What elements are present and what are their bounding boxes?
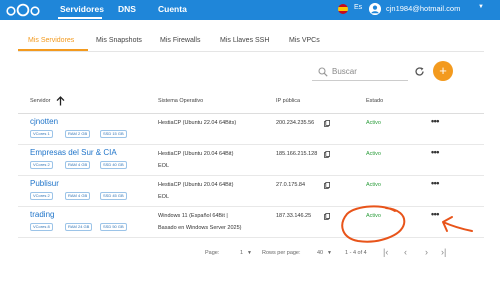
page-label: Page:: [205, 250, 220, 256]
vcores-badge: VCores 8: [30, 223, 53, 231]
os-eol-label: EOL: [158, 194, 170, 200]
chevron-down-icon[interactable]: ▼: [327, 250, 332, 256]
last-page-icon[interactable]: ›|: [441, 247, 446, 257]
ram-badge: RAM 24 GB: [65, 223, 93, 231]
nav-dns[interactable]: DNS: [118, 3, 136, 15]
more-options-icon[interactable]: •••: [431, 209, 439, 219]
next-page-icon[interactable]: ›: [425, 247, 428, 257]
os-label: HestiaCP (Ubuntu 20.04 64Bit): [158, 182, 234, 188]
table-row[interactable]: Publisur VCores 2 RAM 4 GB SSD 45 GB Hes…: [18, 176, 484, 207]
user-email[interactable]: cjn1984@hotmail.com: [386, 4, 460, 13]
first-page-icon[interactable]: |‹: [383, 247, 388, 257]
copy-icon[interactable]: [324, 213, 330, 220]
page-select[interactable]: 1: [240, 250, 243, 256]
os-detail-label: Basado en Windows Server 2025): [158, 225, 242, 231]
more-options-icon[interactable]: •••: [431, 178, 439, 188]
server-name-link[interactable]: Empresas del Sur & CIA: [30, 148, 117, 157]
column-header-servidor[interactable]: Servidor: [30, 98, 50, 104]
status-badge: Activo: [366, 151, 381, 157]
add-server-button[interactable]: +: [433, 61, 453, 81]
vcores-badge: VCores 2: [30, 192, 53, 200]
tab-mis-llaves-ssh[interactable]: Mis Llaves SSH: [220, 37, 269, 44]
ssd-badge: SSD 50 GB: [100, 223, 127, 231]
status-badge: Activo: [366, 120, 381, 126]
ram-badge: RAM 4 GB: [65, 161, 91, 169]
pagination-range: 1 - 4 of 4: [345, 250, 367, 256]
rows-per-page-select[interactable]: 40: [317, 250, 323, 256]
search-placeholder: Buscar: [332, 67, 357, 76]
refresh-icon[interactable]: [414, 66, 425, 77]
tab-mis-snapshots[interactable]: Mis Snapshots: [96, 37, 142, 44]
chevron-down-icon[interactable]: ▼: [247, 250, 252, 256]
user-avatar-icon[interactable]: [369, 3, 381, 15]
tab-mis-vpcs[interactable]: Mis VPCs: [289, 37, 320, 44]
sort-arrow-up-icon[interactable]: [56, 96, 65, 106]
ram-badge: RAM 4 GB: [65, 192, 91, 200]
status-badge: Activo: [366, 213, 381, 219]
tabs-divider: [18, 51, 484, 52]
server-name-link[interactable]: trading: [30, 210, 54, 219]
vcores-badge: VCores 1: [30, 130, 53, 138]
table-row[interactable]: Empresas del Sur & CIA VCores 2 RAM 4 GB…: [18, 145, 484, 176]
server-name-link[interactable]: cjnotten: [30, 117, 58, 126]
language-label[interactable]: Es: [354, 4, 362, 11]
nav-cuenta[interactable]: Cuenta: [158, 3, 187, 15]
copy-icon[interactable]: [324, 120, 330, 127]
ip-address: 27.0.175.84: [276, 182, 306, 188]
column-header-ip: IP pública: [276, 98, 301, 104]
search-icon: [318, 67, 328, 77]
tab-mis-servidores[interactable]: Mis Servidores: [28, 37, 74, 44]
logo-icon[interactable]: [6, 3, 40, 17]
copy-icon[interactable]: [324, 182, 330, 189]
ssd-badge: SSD 45 GB: [100, 192, 127, 200]
os-label: HestiaCP (Ubuntu 20.04 64Bit): [158, 151, 234, 157]
tab-mis-firewalls[interactable]: Mis Firewalls: [160, 37, 200, 44]
os-label: HestiaCP (Ubuntu 22.04 64Bits): [158, 120, 237, 126]
previous-page-icon[interactable]: ‹: [404, 247, 407, 257]
copy-icon[interactable]: [324, 151, 330, 158]
server-name-link[interactable]: Publisur: [30, 179, 59, 188]
ip-address: 200.234.235.56: [276, 120, 315, 126]
chevron-down-icon[interactable]: ▼: [478, 4, 484, 10]
column-header-estado: Estado: [366, 98, 384, 104]
more-options-icon[interactable]: •••: [431, 116, 439, 126]
os-eol-label: EOL: [158, 163, 170, 169]
spain-flag-icon[interactable]: [338, 4, 348, 14]
vcores-badge: VCores 2: [30, 161, 53, 169]
nav-active-indicator: [58, 17, 102, 19]
os-label: Windows 11 (Español 64Bit |: [158, 213, 228, 219]
nav-servidores[interactable]: Servidores: [60, 3, 104, 15]
ssd-badge: SSD 15 GB: [100, 130, 127, 138]
table-row[interactable]: cjnotten VCores 1 RAM 2 GB SSD 15 GB Hes…: [18, 114, 484, 145]
status-badge: Activo: [366, 182, 381, 188]
ip-address: 187.33.146.25: [276, 213, 312, 219]
column-header-sistema-operativo: Sistema Operativo: [158, 98, 204, 104]
ram-badge: RAM 2 GB: [65, 130, 91, 138]
rows-per-page-label: Rows per page:: [262, 250, 301, 256]
more-options-icon[interactable]: •••: [431, 147, 439, 157]
ssd-badge: SSD 40 GB: [100, 161, 127, 169]
ip-address: 185.166.215.128: [276, 151, 318, 157]
top-bar: Servidores DNS Cuenta Es cjn1984@hotmail…: [0, 0, 500, 20]
table-row[interactable]: trading VCores 8 RAM 24 GB SSD 50 GB Win…: [18, 207, 484, 238]
